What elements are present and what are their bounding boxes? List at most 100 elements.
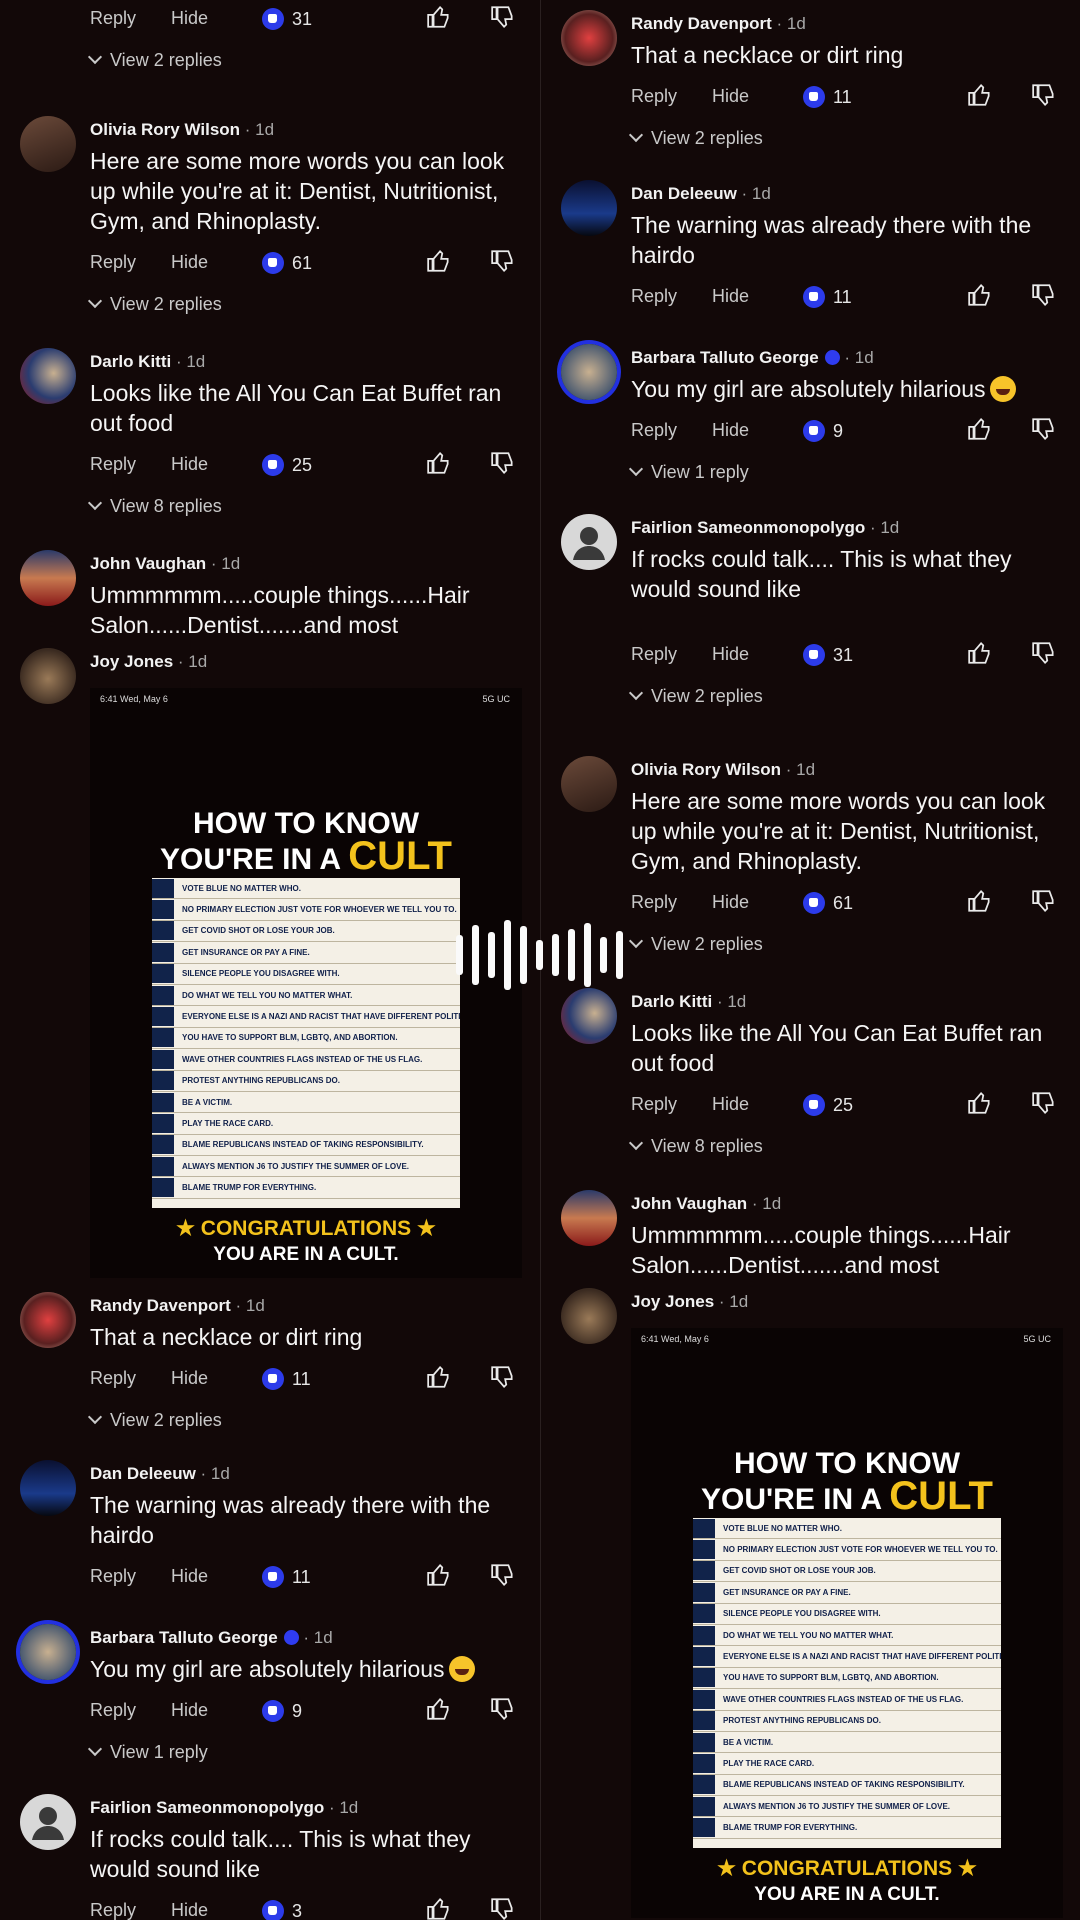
avatar[interactable] bbox=[561, 756, 617, 812]
view-replies-button[interactable]: View 8 replies bbox=[628, 1134, 1067, 1158]
author-name[interactable]: Dan Deleeuw bbox=[90, 1464, 196, 1483]
reply-button[interactable]: Reply bbox=[631, 644, 677, 665]
thumbs-up-icon[interactable] bbox=[967, 82, 993, 108]
view-replies-button[interactable]: View 2 replies bbox=[628, 126, 1067, 150]
thumbs-down-icon[interactable] bbox=[490, 1364, 516, 1390]
avatar[interactable] bbox=[20, 648, 76, 704]
view-replies-button[interactable]: View 2 replies bbox=[87, 292, 526, 316]
cult-list-item: ALWAYS MENTION J6 TO JUSTIFY THE SUMMER … bbox=[152, 1156, 460, 1178]
avatar[interactable] bbox=[20, 116, 76, 172]
view-replies-button[interactable]: View 2 replies bbox=[87, 1408, 526, 1432]
view-replies-button[interactable]: View 1 reply bbox=[87, 1740, 526, 1764]
thumbs-up-icon[interactable] bbox=[426, 1696, 452, 1722]
thumbs-down-icon[interactable] bbox=[1031, 888, 1057, 914]
attached-image[interactable]: 6:41 Wed, May 6 5G UC HOW TO KNOW YOU'RE… bbox=[631, 1328, 1063, 1918]
hide-button[interactable]: Hide bbox=[712, 286, 749, 307]
thumbs-up-icon[interactable] bbox=[967, 888, 993, 914]
author-name[interactable]: Joy Jones bbox=[90, 652, 173, 671]
avatar[interactable] bbox=[561, 1190, 617, 1246]
reply-button[interactable]: Reply bbox=[90, 1368, 136, 1389]
thumbs-down-icon[interactable] bbox=[490, 1696, 516, 1722]
default-avatar-icon[interactable] bbox=[561, 514, 617, 570]
thumbs-down-icon[interactable] bbox=[1031, 640, 1057, 666]
author-name[interactable]: Fairlion Sameonmonopolygo bbox=[631, 518, 865, 537]
author-name[interactable]: Darlo Kitti bbox=[631, 992, 712, 1011]
thumbs-up-icon[interactable] bbox=[967, 416, 993, 442]
avatar[interactable] bbox=[20, 1624, 76, 1680]
thumbs-down-icon[interactable] bbox=[490, 450, 516, 476]
thumbs-up-icon[interactable] bbox=[967, 640, 993, 666]
author-name[interactable]: Barbara Talluto George bbox=[90, 1628, 278, 1647]
thumbs-down-icon[interactable] bbox=[1031, 1090, 1057, 1116]
reply-button[interactable]: Reply bbox=[90, 454, 136, 475]
author-name[interactable]: Darlo Kitti bbox=[90, 352, 171, 371]
avatar[interactable] bbox=[561, 988, 617, 1044]
view-replies-button[interactable]: View 2 replies bbox=[628, 932, 1067, 956]
author-name[interactable]: Olivia Rory Wilson bbox=[90, 120, 240, 139]
default-avatar-icon[interactable] bbox=[20, 1794, 76, 1850]
thumbs-down-icon[interactable] bbox=[1031, 416, 1057, 442]
reply-button[interactable]: Reply bbox=[631, 1094, 677, 1115]
author-name[interactable]: Randy Davenport bbox=[631, 14, 772, 33]
thumbs-up-icon[interactable] bbox=[426, 248, 452, 274]
thumbs-up-icon[interactable] bbox=[967, 282, 993, 308]
thumbs-up-icon[interactable] bbox=[426, 1896, 452, 1920]
view-replies-button[interactable]: View 1 reply bbox=[628, 460, 1067, 484]
avatar[interactable] bbox=[561, 180, 617, 236]
thumbs-down-icon[interactable] bbox=[490, 4, 516, 30]
view-replies-button[interactable]: View 2 replies bbox=[87, 48, 526, 72]
avatar[interactable] bbox=[561, 10, 617, 66]
hide-button[interactable]: Hide bbox=[171, 1368, 208, 1389]
hide-button[interactable]: Hide bbox=[171, 8, 208, 29]
avatar[interactable] bbox=[561, 344, 617, 400]
hide-button[interactable]: Hide bbox=[171, 454, 208, 475]
hide-button[interactable]: Hide bbox=[712, 644, 749, 665]
thumbs-down-icon[interactable] bbox=[490, 248, 516, 274]
hide-button[interactable]: Hide bbox=[712, 1094, 749, 1115]
thumbs-up-icon[interactable] bbox=[426, 450, 452, 476]
avatar[interactable] bbox=[20, 550, 76, 606]
reply-button[interactable]: Reply bbox=[631, 86, 677, 107]
thumbs-up-icon[interactable] bbox=[426, 4, 452, 30]
reply-button[interactable]: Reply bbox=[631, 892, 677, 913]
author-name[interactable]: Barbara Talluto George bbox=[631, 348, 819, 367]
reply-button[interactable]: Reply bbox=[90, 1566, 136, 1587]
avatar[interactable] bbox=[20, 348, 76, 404]
reply-button[interactable]: Reply bbox=[90, 1700, 136, 1721]
reply-button[interactable]: Reply bbox=[90, 8, 136, 29]
like-count: 3 bbox=[262, 1900, 302, 1920]
view-replies-button[interactable]: View 2 replies bbox=[628, 684, 1067, 708]
hide-button[interactable]: Hide bbox=[171, 1566, 208, 1587]
thumbs-down-icon[interactable] bbox=[490, 1562, 516, 1588]
thumbs-up-icon[interactable] bbox=[967, 1090, 993, 1116]
hide-button[interactable]: Hide bbox=[171, 1900, 208, 1920]
list-item-icon bbox=[152, 1028, 174, 1048]
thumbs-down-icon[interactable] bbox=[490, 1896, 516, 1920]
author-name[interactable]: Olivia Rory Wilson bbox=[631, 760, 781, 779]
avatar[interactable] bbox=[20, 1460, 76, 1516]
author-name[interactable]: John Vaughan bbox=[90, 554, 206, 573]
reply-button[interactable]: Reply bbox=[90, 252, 136, 273]
hide-button[interactable]: Hide bbox=[171, 1700, 208, 1721]
thumbs-down-icon[interactable] bbox=[1031, 282, 1057, 308]
hide-button[interactable]: Hide bbox=[712, 892, 749, 913]
hide-button[interactable]: Hide bbox=[171, 252, 208, 273]
hide-button[interactable]: Hide bbox=[712, 420, 749, 441]
reply-button[interactable]: Reply bbox=[631, 286, 677, 307]
hide-button[interactable]: Hide bbox=[712, 86, 749, 107]
author-name[interactable]: Randy Davenport bbox=[90, 1296, 231, 1315]
view-replies-button[interactable]: View 8 replies bbox=[87, 494, 526, 518]
avatar[interactable] bbox=[561, 1288, 617, 1344]
avatar[interactable] bbox=[20, 1292, 76, 1348]
like-count: 61 bbox=[803, 892, 853, 914]
chevron-down-icon bbox=[87, 293, 103, 309]
thumbs-up-icon[interactable] bbox=[426, 1364, 452, 1390]
reply-button[interactable]: Reply bbox=[90, 1900, 136, 1920]
reply-button[interactable]: Reply bbox=[631, 420, 677, 441]
author-name[interactable]: John Vaughan bbox=[631, 1194, 747, 1213]
author-name[interactable]: Dan Deleeuw bbox=[631, 184, 737, 203]
author-name[interactable]: Fairlion Sameonmonopolygo bbox=[90, 1798, 324, 1817]
thumbs-up-icon[interactable] bbox=[426, 1562, 452, 1588]
thumbs-down-icon[interactable] bbox=[1031, 82, 1057, 108]
author-name[interactable]: Joy Jones bbox=[631, 1292, 714, 1311]
